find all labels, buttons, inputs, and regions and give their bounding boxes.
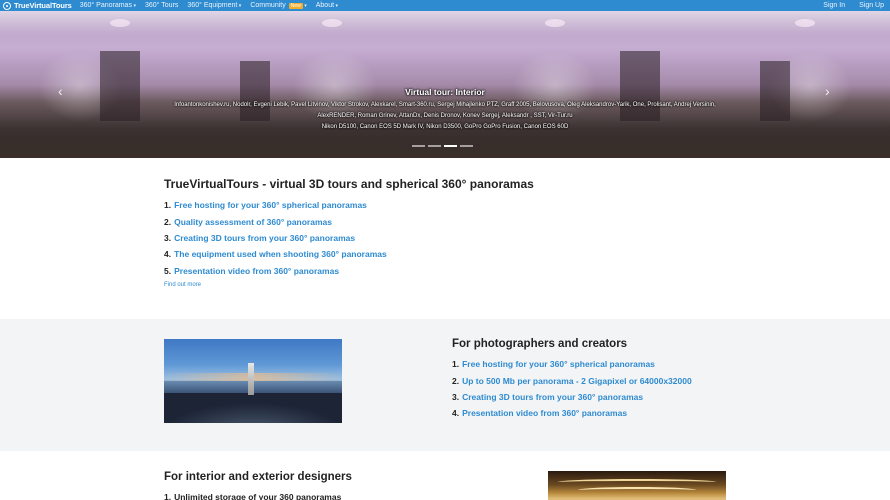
list-item: 3. Creating 3D tours from your 360° panor… (452, 389, 852, 405)
panorama-lamp (322, 19, 342, 27)
carousel-indicators (412, 145, 476, 147)
feature-link[interactable]: Creating 3D tours from your 360° panoram… (174, 233, 355, 243)
brand-logo-icon (3, 1, 11, 10)
list-item: 2. Quality assessment of 360° panoramas (164, 213, 764, 229)
carousel-caption-authors: AlexRENDER, Roman Grinev, AttanDx, Denis… (317, 113, 573, 119)
list-number: 3. (164, 232, 172, 243)
brand-link[interactable]: TrueVirtualTours (3, 1, 72, 10)
caret-down-icon: ▾ (304, 2, 307, 9)
nav-menu-label: About (315, 2, 335, 9)
find-out-more-link[interactable]: Find out more (164, 282, 764, 288)
panorama-doorway (100, 51, 140, 121)
feature-link[interactable]: The equipment used when shooting 360° pa… (174, 249, 387, 259)
designers-title: For interior and exterior designers (164, 471, 352, 483)
nav-menu-label: Community (250, 2, 286, 9)
top-navbar: TrueVirtualTours 360° Panoramas ▾ 360° T… (0, 0, 890, 11)
panorama-thumbnail-image[interactable] (164, 339, 342, 423)
carousel-caption-title[interactable]: Virtual tour: Interior (150, 87, 740, 97)
panorama-lamp (545, 19, 565, 27)
list-item: 3. Creating 3D tours from your 360° panor… (164, 230, 764, 246)
list-number: 2. (452, 375, 460, 386)
carousel-caption: Virtual tour: Interior Infoantonkonishev… (150, 87, 740, 133)
list-item: 4. Presentation video from 360° panoramas (452, 405, 852, 421)
intro-section: TrueVirtualTours - virtual 3D tours and … (164, 177, 764, 288)
list-item: 2. Up to 500 Mb per panorama - 2 Gigapixe… (452, 372, 852, 388)
feature-link[interactable]: Presentation video from 360° panoramas (462, 408, 627, 418)
carousel-prev-button[interactable]: ‹ (58, 83, 63, 99)
panorama-lighthouse (248, 363, 254, 395)
carousel-indicator[interactable] (428, 145, 441, 147)
carousel-next-button[interactable]: › (825, 83, 830, 99)
list-item: 1. Unlimited storage of your 360 panorama… (164, 489, 524, 500)
designers-feature-list: 1. Unlimited storage of your 360 panorama… (164, 489, 524, 500)
intro-title: TrueVirtualTours - virtual 3D tours and … (164, 177, 534, 191)
list-item: 4. The equipment used when shooting 360° … (164, 246, 764, 262)
list-number: 1. (164, 491, 172, 500)
panorama-ground (164, 393, 342, 423)
list-number: 3. (452, 391, 460, 402)
intro-feature-list: 1. Free hosting for your 360° spherical p… (164, 197, 764, 279)
carousel-indicator[interactable] (412, 145, 425, 147)
nav-link-360-tours[interactable]: 360° Tours (145, 2, 178, 9)
nav-menu-community[interactable]: Community New ▾ (250, 2, 306, 9)
new-badge: New (288, 2, 303, 9)
nav-menu-label: 360° Panoramas (79, 2, 132, 9)
caret-down-icon: ▾ (238, 2, 242, 9)
nav-menu-360-equipment[interactable]: 360° Equipment ▾ (187, 2, 241, 9)
photographers-section: For photographers and creators 1. Free ho… (452, 338, 852, 422)
caret-down-icon: ▾ (335, 2, 339, 9)
feature-link[interactable]: Up to 500 Mb per panorama - 2 Gigapixel … (462, 376, 692, 386)
list-number: 1. (452, 359, 460, 370)
sign-in-link[interactable]: Sign In (823, 2, 845, 9)
list-number: 1. (164, 200, 172, 211)
hero-carousel[interactable]: ‹ › Virtual tour: Interior Infoantonkoni… (0, 11, 890, 158)
nav-menu-360-panoramas[interactable]: 360° Panoramas ▾ (80, 2, 136, 9)
list-number: 2. (164, 216, 172, 227)
list-item: 1. Free hosting for your 360° spherical p… (452, 356, 852, 372)
nav-menu-label: 360° Tours (144, 2, 179, 9)
list-item: 5. Presentation video from 360° panoramas (164, 263, 764, 279)
auth-links: Sign In Sign Up (815, 2, 890, 9)
list-item: 1. Free hosting for your 360° spherical p… (164, 197, 764, 213)
interior-thumbnail-image[interactable] (548, 471, 726, 500)
carousel-indicator[interactable] (460, 145, 473, 147)
nav-menu-about[interactable]: About ▾ (316, 2, 338, 9)
sign-up-link[interactable]: Sign Up (859, 2, 884, 9)
panorama-ceiling (0, 11, 890, 35)
designers-section: For interior and exterior designers 1. Un… (164, 471, 524, 500)
carousel-indicator-active[interactable] (444, 145, 457, 147)
feature-link[interactable]: Free hosting for your 360° spherical pan… (174, 200, 367, 210)
feature-link[interactable]: Quality assessment of 360° panoramas (174, 217, 332, 227)
panorama-lamp (795, 19, 815, 27)
panorama-doorway (760, 61, 790, 121)
caret-down-icon: ▾ (133, 2, 136, 9)
list-number: 4. (452, 408, 460, 419)
list-number: 4. (164, 249, 172, 260)
photographers-title: For photographers and creators (452, 338, 628, 350)
feature-link[interactable]: Presentation video from 360° panoramas (174, 266, 339, 276)
list-number: 5. (164, 265, 172, 276)
feature-link[interactable]: Creating 3D tours from your 360° panoram… (462, 392, 643, 402)
photographers-feature-list: 1. Free hosting for your 360° spherical p… (452, 356, 852, 422)
carousel-caption-cameras: Nikon D5100, Canon EOS 5D Mark IV, Nikon… (321, 124, 569, 130)
carousel-caption-authors: Infoantonkonishev.ru, Nodolr, Evgeni Leb… (174, 102, 716, 108)
panorama-lamp (110, 19, 130, 27)
nav-menu-label: 360° Equipment (187, 2, 238, 9)
feature-link[interactable]: Free hosting for your 360° spherical pan… (462, 359, 655, 369)
brand-name: TrueVirtualTours (14, 1, 72, 10)
feature-text: Unlimited storage of your 360 panoramas (174, 491, 342, 500)
